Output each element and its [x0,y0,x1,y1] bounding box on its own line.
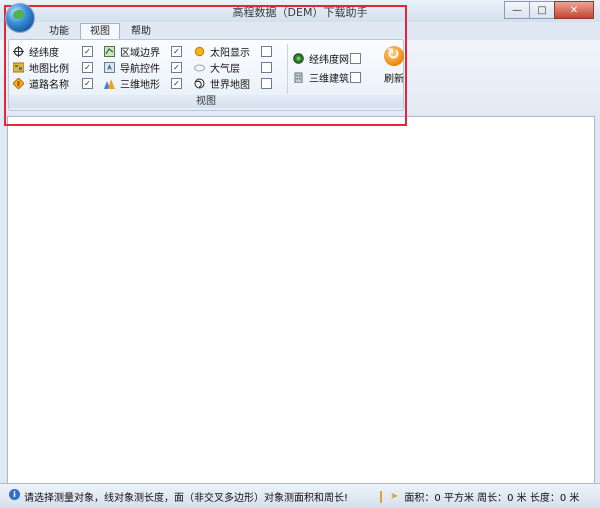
status-measure: ➤ 面积：0 平方米 周长：0 米 长度：0 米 [380,489,579,504]
grid-icon [293,52,304,64]
ribbon-group-label: 视图 [9,95,403,108]
scale-icon [12,62,25,73]
ribbon-item-label: 经纬度网 [309,54,349,66]
tab-functions[interactable]: 功能 [40,24,78,39]
maximize-button[interactable]: □ [529,1,555,19]
checkbox-road-names[interactable]: ✓ [82,78,93,89]
title-bar: 高程数据（DEM）下载助手 — □ ✕ [0,0,600,22]
refresh-button[interactable]: 刷新 [379,45,409,90]
ribbon-item-label: 导航控件 [120,63,160,75]
boundary-icon [104,45,115,57]
ribbon-item-atmosphere[interactable]: 大气层 [194,60,240,75]
world-map-icon [194,78,205,89]
ribbon-item-graticule[interactable]: 经纬度网 [293,51,349,66]
minimize-button[interactable]: — [504,1,530,19]
info-icon: i [9,489,20,500]
crosshair-icon [13,45,24,57]
ribbon-item-terrain[interactable]: 三维地形 [104,76,160,91]
ribbon-item-boundary[interactable]: 区域边界 [104,44,160,59]
ribbon-item-label: 区域边界 [120,47,160,59]
ribbon-separator [287,44,288,94]
checkbox-sun[interactable] [261,46,272,57]
road-icon [12,76,25,90]
window-controls: — □ ✕ [504,1,594,19]
ribbon-item-label: 道路名称 [29,79,69,91]
ribbon-item-label: 地图比例 [29,63,69,75]
ribbon-item-sun[interactable]: 太阳显示 [194,44,250,59]
checkbox-buildings[interactable] [350,72,361,83]
ribbon-item-label: 世界地图 [210,79,250,91]
ribbon-item-road-names[interactable]: 道路名称 [12,76,69,91]
building-icon [293,72,304,83]
terrain-icon [104,78,115,89]
refresh-label: 刷新 [384,74,404,85]
pointer-icon: ➤ [390,491,399,502]
ribbon-tabs: 功能 视图 帮助 [40,23,162,40]
ribbon-item-navigation[interactable]: 导航控件 [104,60,160,75]
app-globe-icon[interactable] [6,4,34,32]
ribbon-view-group: 经纬度 ✓ 地图比例 ✓ 道路名称 ✓ 区域边界 ✓ 导航控件 ✓ 三维地形 ✓ [8,39,404,111]
ribbon-item-label: 三维建筑 [309,73,349,85]
checkbox-world-map[interactable] [261,78,272,89]
tab-view[interactable]: 视图 [80,23,120,40]
ribbon-item-label: 经纬度 [29,47,59,59]
status-bar: i 请选择测量对象，线对象测长度，面（非交叉多边形）对象测面积和周长! ➤ 面积… [0,483,600,508]
ribbon-item-label: 三维地形 [120,79,160,91]
checkbox-latlon[interactable]: ✓ [82,46,93,57]
ribbon-item-world-map[interactable]: 世界地图 [194,76,250,91]
checkbox-scale[interactable]: ✓ [82,62,93,73]
ribbon-item-scale[interactable]: 地图比例 [12,60,69,75]
ribbon-item-latlon[interactable]: 经纬度 [13,44,59,59]
main-window: 高程数据（DEM）下载助手 — □ ✕ 功能 视图 帮助 经纬度 ✓ 地图比例 … [0,0,600,508]
ribbon-item-label: 大气层 [210,63,240,75]
close-button[interactable]: ✕ [554,1,594,19]
measure-readout: 面积：0 平方米 周长：0 米 长度：0 米 [404,493,580,504]
map-view-area[interactable] [7,116,595,484]
tab-help[interactable]: 帮助 [122,24,160,39]
sun-icon [194,46,205,57]
status-message: 请选择测量对象，线对象测长度，面（非交叉多边形）对象测面积和周长! [24,493,349,504]
checkbox-terrain[interactable]: ✓ [171,78,182,89]
checkbox-boundary[interactable]: ✓ [171,46,182,57]
checkbox-graticule[interactable] [350,53,361,64]
refresh-icon [384,45,404,66]
checkbox-navigation[interactable]: ✓ [171,62,182,73]
navigation-icon [104,61,115,73]
ribbon-item-label: 太阳显示 [210,47,250,59]
checkbox-atmosphere[interactable] [261,62,272,73]
ribbon-item-buildings[interactable]: 三维建筑 [293,70,349,85]
status-separator [380,490,382,503]
atmosphere-icon [194,62,205,73]
